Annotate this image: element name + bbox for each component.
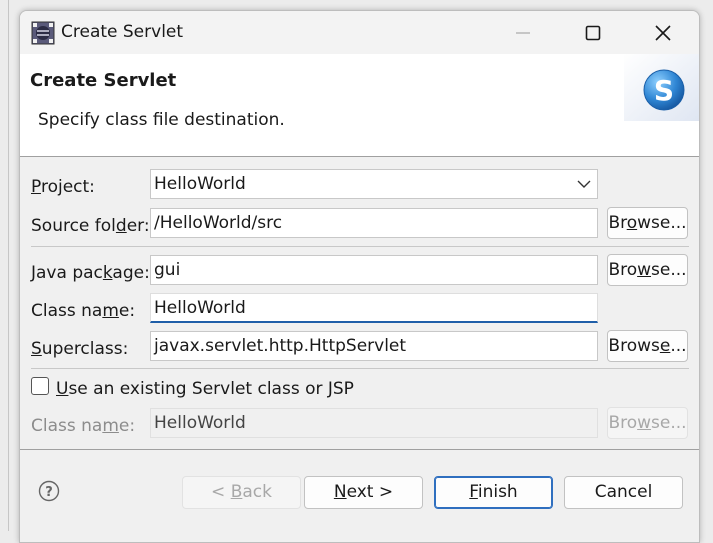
project-value: HelloWorld [154,174,246,194]
background-divider [8,0,9,531]
minimize-button[interactable] [500,11,546,54]
superclass-input[interactable]: javax.servlet.http.HttpServlet [150,331,598,361]
eclipse-app-icon [31,21,55,45]
superclass-browse-button[interactable]: Browse... [607,330,688,362]
finish-button[interactable]: Finish [434,476,553,509]
banner-message: Specify class file destination. [38,110,285,130]
next-button[interactable]: Next > [304,476,423,509]
close-icon [655,24,671,41]
java-package-label: Java package: [31,263,150,283]
chevron-down-icon [577,180,591,188]
existing-class-name-input: HelloWorld [150,408,598,438]
cancel-button[interactable]: Cancel [564,476,683,509]
wizard-banner: Create Servlet Specify class file destin… [20,54,699,157]
window-title: Create Servlet [61,22,184,42]
create-servlet-dialog: Create Servlet Create Servlet Specify cl… [19,10,700,543]
banner-title: Create Servlet [30,70,177,91]
java-package-input[interactable]: gui [150,255,598,285]
footer-separator [20,449,699,450]
maximize-button[interactable] [570,11,616,54]
java-package-browse-button[interactable]: Browse... [607,254,688,286]
minimize-icon [516,32,530,33]
svg-text:?: ? [45,485,53,500]
use-existing-checkbox[interactable] [31,377,49,395]
class-name-label: Class name: [31,301,136,321]
use-existing-label[interactable]: Use an existing Servlet class or JSP [56,379,354,399]
existing-class-name-label: Class name: [31,416,136,436]
class-name-input[interactable]: HelloWorld [150,293,598,323]
source-folder-browse-button[interactable]: Browse... [607,207,688,239]
source-folder-input[interactable]: /HelloWorld/src [150,208,598,238]
svg-text:S: S [654,74,674,107]
project-label: Project: [31,177,95,197]
back-button[interactable]: < Back [182,476,301,509]
servlet-wizard-icon: S [624,54,699,121]
source-folder-label: Source folder: [31,216,150,236]
title-bar[interactable]: Create Servlet [20,11,699,54]
superclass-label: Superclass: [31,339,129,359]
section-separator [31,368,689,369]
help-icon[interactable]: ? [38,480,60,502]
existing-class-browse-button: Browse... [607,407,688,439]
project-combo[interactable]: HelloWorld [150,169,598,199]
maximize-icon [585,25,601,40]
close-button[interactable] [640,11,686,54]
section-separator [31,246,689,247]
